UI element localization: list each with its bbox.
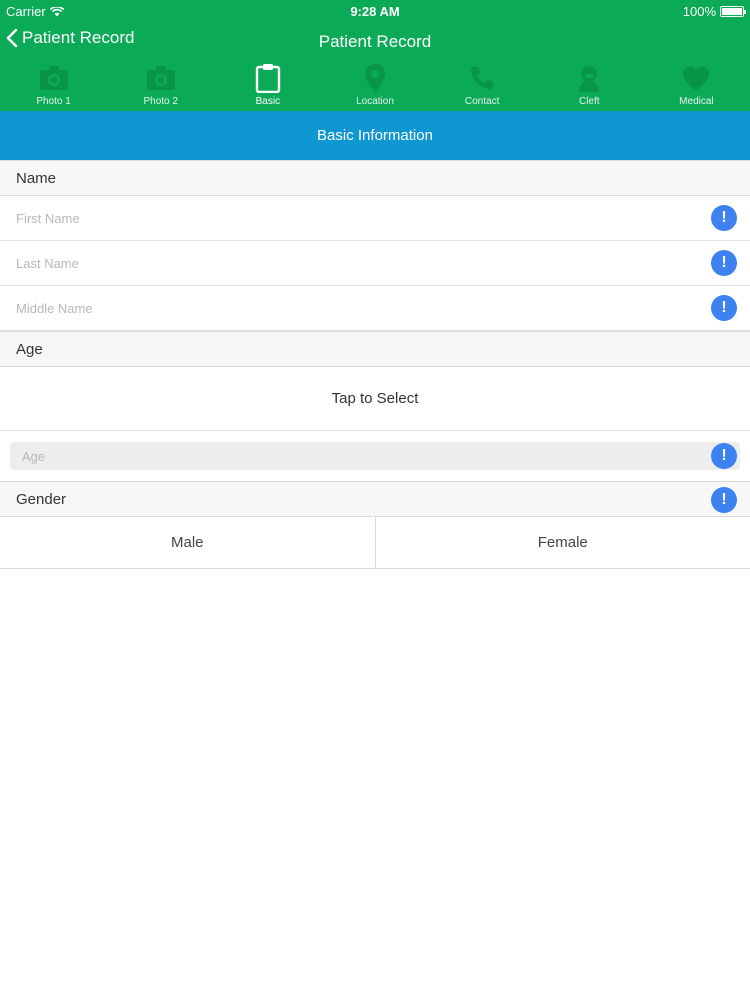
tab-label: Basic (255, 96, 281, 107)
last-name-row: ! (0, 241, 750, 286)
tab-label: Photo 1 (36, 96, 71, 107)
battery-percent: 100% (682, 4, 716, 19)
tab-label: Medical (679, 96, 714, 107)
gender-female-option[interactable]: Female (374, 517, 750, 568)
tab-location[interactable]: Location (321, 63, 428, 109)
phone-icon (467, 63, 497, 93)
tab-photo-1[interactable]: Photo 1 (0, 63, 107, 109)
record-tabs: Photo 1 Photo 2 Basic Location Contact C… (0, 63, 750, 109)
gender-selector: Male Female (0, 517, 750, 569)
alert-icon[interactable]: ! (711, 250, 737, 276)
face-icon (574, 63, 604, 93)
tab-label: Location (356, 96, 394, 107)
alert-icon[interactable]: ! (711, 205, 737, 231)
tab-cleft[interactable]: Cleft (536, 63, 643, 109)
tap-to-select-label: Tap to Select (331, 390, 419, 407)
tab-medical[interactable]: Medical (643, 63, 750, 109)
heart-icon (681, 63, 711, 93)
alert-icon[interactable]: ! (711, 295, 737, 321)
battery-icon (720, 6, 746, 17)
tab-label: Contact (464, 96, 500, 107)
age-input-container (10, 442, 740, 470)
gender-male-option[interactable]: Male (0, 517, 375, 568)
age-section-header: Age (0, 331, 750, 367)
age-section-label: Age (16, 340, 43, 358)
location-pin-icon (360, 63, 390, 93)
status-bar: Carrier 9:28 AM 100% (0, 0, 750, 22)
alert-icon[interactable]: ! (711, 487, 737, 513)
middle-name-field[interactable] (16, 286, 696, 330)
last-name-field[interactable] (16, 241, 696, 285)
tab-photo-2[interactable]: Photo 2 (107, 63, 214, 109)
section-title: Basic Information (317, 127, 433, 144)
navigation-bar: Patient Record Patient Record (0, 24, 750, 60)
alert-icon[interactable]: ! (711, 443, 737, 469)
chevron-left-icon (6, 28, 18, 48)
first-name-row: ! (0, 196, 750, 241)
age-picker-button[interactable]: Tap to Select (0, 367, 750, 431)
camera-icon (146, 63, 176, 93)
app-header: Carrier 9:28 AM 100% Patient Record Pati… (0, 0, 750, 111)
name-section-label: Name (16, 169, 57, 187)
name-section-header: Name (0, 160, 750, 196)
back-button-label: Patient Record (22, 28, 135, 47)
tab-label: Photo 2 (143, 96, 178, 107)
tab-basic[interactable]: Basic (214, 63, 321, 109)
gender-section-label: Gender (16, 490, 67, 508)
first-name-field[interactable] (16, 196, 696, 240)
tab-label: Cleft (578, 96, 600, 107)
gender-section-header: Gender (0, 481, 750, 517)
clipboard-icon (253, 63, 283, 93)
camera-icon (39, 63, 69, 93)
section-banner: Basic Information (0, 111, 750, 160)
middle-name-row: ! (0, 286, 750, 331)
back-button[interactable]: Patient Record (6, 28, 134, 48)
tab-contact[interactable]: Contact (429, 63, 536, 109)
status-right: 100% (682, 4, 746, 19)
age-field[interactable] (22, 442, 682, 470)
status-time: 9:28 AM (350, 4, 400, 19)
